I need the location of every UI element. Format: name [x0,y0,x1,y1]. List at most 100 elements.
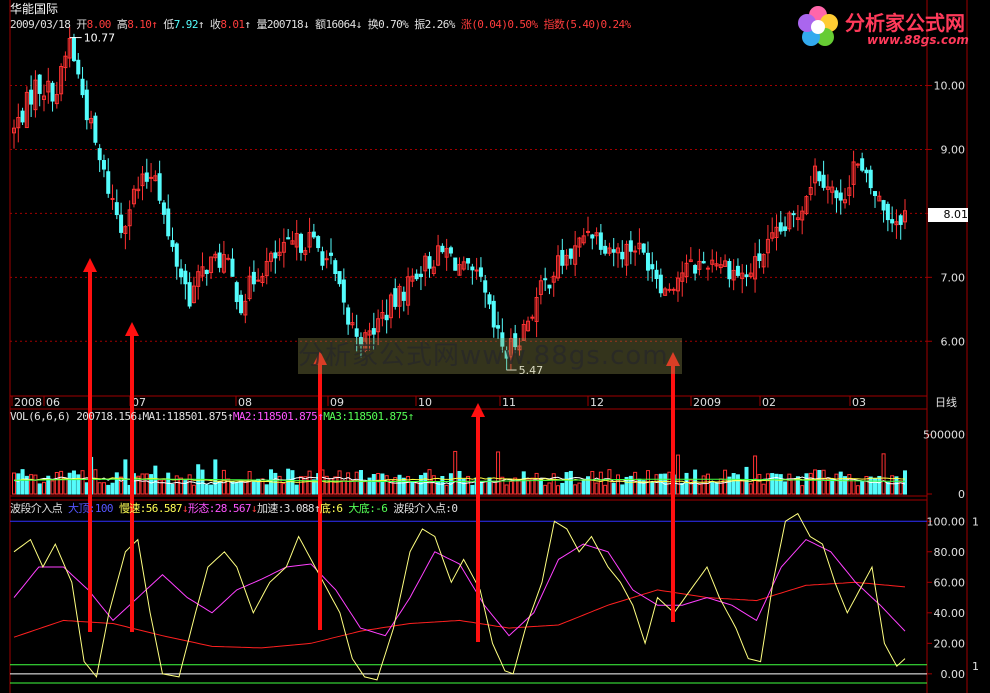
volume-bar [650,481,655,495]
candle-body [838,192,843,201]
candle-body [671,288,676,291]
volume-bar [791,478,796,495]
candle-body [667,288,672,291]
low-value: 7.92 [173,18,199,31]
volume-bar [161,479,166,495]
candle-body [885,203,890,221]
volume-bar [239,480,244,495]
volume-bar [577,482,582,495]
volume-bar [765,473,770,495]
up-arrow-icon: ↑ [244,18,251,31]
volume-bar [179,477,184,495]
volume-bar [20,469,25,495]
signal-arrow-head [83,258,97,272]
ma3-label: MA3: [323,410,348,423]
slow-value: 慢速:56.587 [118,502,183,515]
candle-body [440,245,445,253]
signal-arrow-head [125,322,139,336]
volume-bar [658,473,663,495]
candle-body [311,231,316,238]
shape-value: 形态:28.567 [187,502,252,515]
low-label: 低 [163,18,174,31]
candle-body [414,273,419,280]
quote-line: 2009/03/18 开8.00 高8.10↑ 低7.92↑ 收8.01↑ 量2… [10,16,631,32]
date-tick-label: 09 [330,396,344,409]
vol-current: 200718.156 [76,410,137,423]
candle-body [346,307,351,325]
volume-bar [813,469,818,495]
price-tick-label: 10.00 [934,80,966,93]
volume-bar [684,472,689,495]
volume-bar [740,480,745,495]
candle-body [114,202,119,216]
volume-bar [50,480,55,495]
volume-bar [230,481,235,495]
volume-bar [573,484,578,495]
volume-bar [517,480,522,495]
candle-body [144,172,149,182]
candle-body [226,257,231,260]
volume-bar [209,484,214,495]
date-tick-label: 02 [762,396,776,409]
volume-bar [294,484,299,495]
candle-body [76,59,81,75]
volume-bar [607,469,612,495]
volume-bar [144,473,149,495]
candle-body [491,300,496,328]
volume-bar [834,473,839,495]
volume-bar [187,474,192,495]
volume-bar [191,484,196,495]
index-change: (5.40) [564,18,601,31]
current-price-tag: 8.01 [928,208,968,222]
stock-name: 华能国际 [10,2,59,16]
volume-bar [731,473,736,495]
vol-tick-label: 500000 [923,429,965,442]
candle-body [29,89,34,105]
volume-bar [37,483,42,495]
candle-body [817,171,822,182]
date-tick-label: 2009 [693,396,721,409]
vol-title: VOL(6,6,6) [10,410,71,423]
volume-bar [84,482,89,495]
candle-body [316,236,321,249]
vol-value: 200718 [266,18,304,31]
volume-bar [401,477,406,495]
volume-bar [753,455,758,495]
close-label: 收 [209,18,221,31]
signal-value: 波段介入点:0 [393,502,458,515]
ma2-value: 118501.875 [256,410,318,423]
candle-body [217,252,222,268]
candle-body [256,279,261,282]
volume-bar [114,472,119,495]
volume-bar [213,459,218,495]
candle-body [641,243,646,253]
volume-bar [71,470,76,495]
candle-body [427,256,432,269]
logo-url[interactable]: www.88gs.com [867,33,969,47]
amplitude-label: 振 [414,18,425,31]
candle-body [50,82,55,102]
index-pct: 0.24% [600,18,631,31]
amount-value: 16064 [325,18,357,31]
volume-bar [76,474,81,495]
volume-bar [885,481,890,495]
candle-body [119,214,124,233]
volume-bar [538,478,543,495]
high-label: 高 [116,18,128,31]
volume-bar [590,470,595,495]
volume-bar [778,474,783,495]
change-label: 涨 [460,18,472,31]
volume-bar [757,473,762,495]
volume-bar [598,471,603,495]
volume-bar [808,472,813,495]
volume-bar [234,482,239,495]
site-logo[interactable]: 分析家公式网 www.88gs.com [795,3,985,51]
volume-bar [29,474,34,495]
candle-body [230,258,235,277]
watermark: 分析家公式网www.88gs.com [298,338,682,374]
candle-body [273,252,278,259]
candle-body [354,328,359,337]
volume-bar [307,470,312,495]
candle-body [873,191,878,197]
candle-body [701,261,706,264]
